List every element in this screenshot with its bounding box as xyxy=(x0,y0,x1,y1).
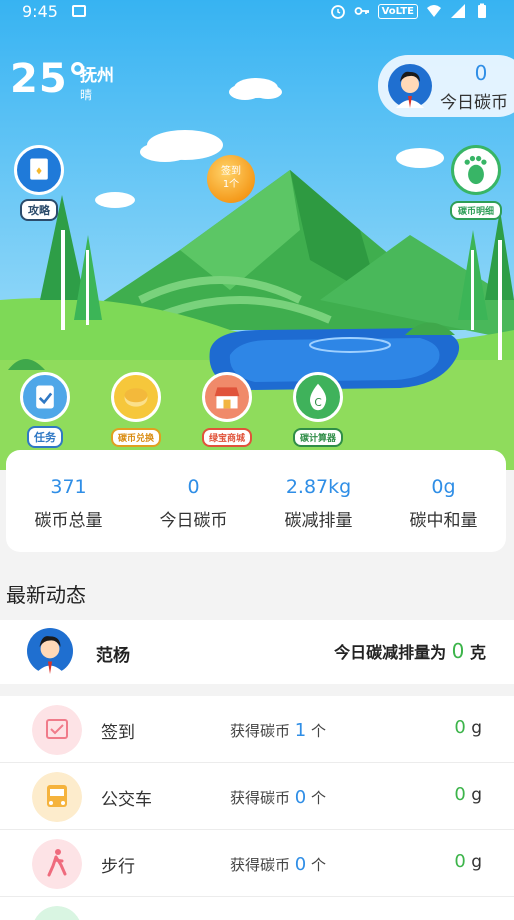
activity-earn: 获得碳币 0 个 xyxy=(230,787,326,808)
stats-card: 371 碳币总量 0 今日碳币 2.87kg 碳减排量 0g 碳中和量 xyxy=(6,450,506,552)
earn-value: 0 xyxy=(294,787,307,808)
action-mall[interactable]: 绿宝商城 xyxy=(196,372,258,447)
list-item[interactable]: 签到 获得碳币 1 个 0 g xyxy=(0,696,514,763)
gram-unit: g xyxy=(471,785,482,805)
user-reduction-summary: 今日碳减排量为 0 克 xyxy=(334,639,486,663)
gram-value: 0 xyxy=(454,784,466,805)
clipboard-check-icon xyxy=(20,372,70,422)
avatar xyxy=(388,64,432,108)
activity-list: 签到 获得碳币 1 个 0 g 公交车 获得碳币 0 个 0 g 步行 获得碳币… xyxy=(0,696,514,920)
activity-gram: 0 g xyxy=(454,784,482,805)
status-time: 9:45 xyxy=(22,2,58,21)
list-item-partial[interactable] xyxy=(0,897,514,920)
shop-icon xyxy=(202,372,252,422)
stat-today-coins-label: 今日碳币 xyxy=(159,511,228,531)
guide-button[interactable]: 攻略 xyxy=(12,145,66,221)
earn-prefix: 获得碳币 xyxy=(230,789,291,807)
activity-name: 签到 xyxy=(101,723,135,743)
earn-unit: 个 xyxy=(311,856,327,874)
section-title: 最新动态 xyxy=(6,583,86,607)
checkin-count: 1个 xyxy=(222,179,240,190)
stat-total-coins[interactable]: 371 碳币总量 xyxy=(6,450,131,552)
action-task-label: 任务 xyxy=(27,426,63,448)
calendar-check-icon xyxy=(32,705,82,755)
guide-label: 攻略 xyxy=(20,199,58,221)
signal-icon xyxy=(451,4,465,18)
image-notification-icon xyxy=(72,5,86,17)
checkin-bubble[interactable]: 签到 1个 xyxy=(207,155,255,203)
volte-badge: VoLTE xyxy=(377,3,418,19)
stat-carbon-reduction-label: 碳减排量 xyxy=(284,511,353,531)
weather-condition: 晴 xyxy=(80,88,93,102)
weather-city: 抚州 xyxy=(80,66,114,86)
today-coin-pill[interactable]: 0 今日碳币 xyxy=(378,55,514,117)
weather-temperature: 25° xyxy=(10,56,89,102)
list-item[interactable]: 公交车 获得碳币 0 个 0 g xyxy=(0,763,514,830)
svg-text:C: C xyxy=(314,397,321,409)
gram-unit: g xyxy=(471,852,482,872)
avatar xyxy=(27,628,73,674)
earn-prefix: 获得碳币 xyxy=(230,856,291,874)
key-icon xyxy=(354,7,369,15)
summary-value: 0 xyxy=(451,639,465,663)
footprint-icon xyxy=(451,145,501,195)
wifi-icon xyxy=(427,5,441,17)
stat-total-coins-value: 371 xyxy=(50,476,87,498)
activity-gram: 0 g xyxy=(454,851,482,872)
gram-value: 0 xyxy=(454,717,466,738)
stat-carbon-neutral-value: 0g xyxy=(431,476,456,498)
coin-detail-button[interactable]: 碳币明细 xyxy=(446,145,506,220)
alarm-icon xyxy=(330,5,345,19)
battery-icon xyxy=(478,3,486,18)
activity-earn: 获得碳币 0 个 xyxy=(230,854,326,875)
guide-book-icon xyxy=(14,145,64,195)
summary-unit: 克 xyxy=(469,643,486,662)
earn-prefix: 获得碳币 xyxy=(230,722,291,740)
action-carbon-calculator[interactable]: C 碳计算器 xyxy=(287,372,349,447)
activity-gram: 0 g xyxy=(454,717,482,738)
today-coin-value: 0 xyxy=(474,61,488,85)
action-carbon-calculator-label: 碳计算器 xyxy=(292,428,343,447)
activity-name: 步行 xyxy=(101,857,135,877)
today-coin-label: 今日碳币 xyxy=(440,93,508,113)
status-bar: 9:45 VoLTE xyxy=(0,0,514,24)
summary-prefix: 今日碳减排量为 xyxy=(334,643,447,662)
earn-value: 0 xyxy=(294,854,307,875)
gram-unit: g xyxy=(471,718,482,738)
action-mall-label: 绿宝商城 xyxy=(201,428,252,447)
stat-today-coins[interactable]: 0 今日碳币 xyxy=(131,450,256,552)
earn-unit: 个 xyxy=(311,722,327,740)
user-summary-row[interactable]: 范杨 今日碳减排量为 0 克 xyxy=(0,620,514,684)
earn-unit: 个 xyxy=(311,789,327,807)
stat-carbon-neutral-label: 碳中和量 xyxy=(409,511,478,531)
activity-earn: 获得碳币 1 个 xyxy=(230,720,326,741)
bus-icon xyxy=(32,772,82,822)
gram-value: 0 xyxy=(454,851,466,872)
list-item[interactable]: 步行 获得碳币 0 个 0 g xyxy=(0,830,514,897)
app-root: 9:45 VoLTE 25° 抚州 晴 0 今日碳币 攻略 碳币明细 签到 1个… xyxy=(0,0,514,920)
stat-total-coins-label: 碳币总量 xyxy=(34,511,103,531)
action-coin-exchange-label: 碳币兑换 xyxy=(110,428,161,447)
activity-name: 公交车 xyxy=(101,790,152,810)
stat-today-coins-value: 0 xyxy=(187,476,200,498)
user-name: 范杨 xyxy=(96,646,130,666)
stat-carbon-reduction[interactable]: 2.87kg 碳减排量 xyxy=(256,450,381,552)
hero-scene: 9:45 VoLTE 25° 抚州 晴 0 今日碳币 攻略 碳币明细 签到 1个… xyxy=(0,0,514,470)
stat-carbon-neutral[interactable]: 0g 碳中和量 xyxy=(381,450,506,552)
coin-detail-label: 碳币明细 xyxy=(449,201,502,220)
action-coin-exchange[interactable]: 碳币兑换 xyxy=(105,372,167,447)
flame-calculator-icon: C xyxy=(293,372,343,422)
coin-exchange-icon xyxy=(111,372,161,422)
status-icons: VoLTE xyxy=(330,3,490,19)
action-task[interactable]: 任务 xyxy=(14,372,76,448)
checkin-label: 签到 xyxy=(221,166,241,177)
partial-activity-icon xyxy=(34,906,80,920)
stat-carbon-reduction-value: 2.87kg xyxy=(285,476,352,498)
earn-value: 1 xyxy=(294,720,307,741)
walk-icon xyxy=(32,839,82,889)
